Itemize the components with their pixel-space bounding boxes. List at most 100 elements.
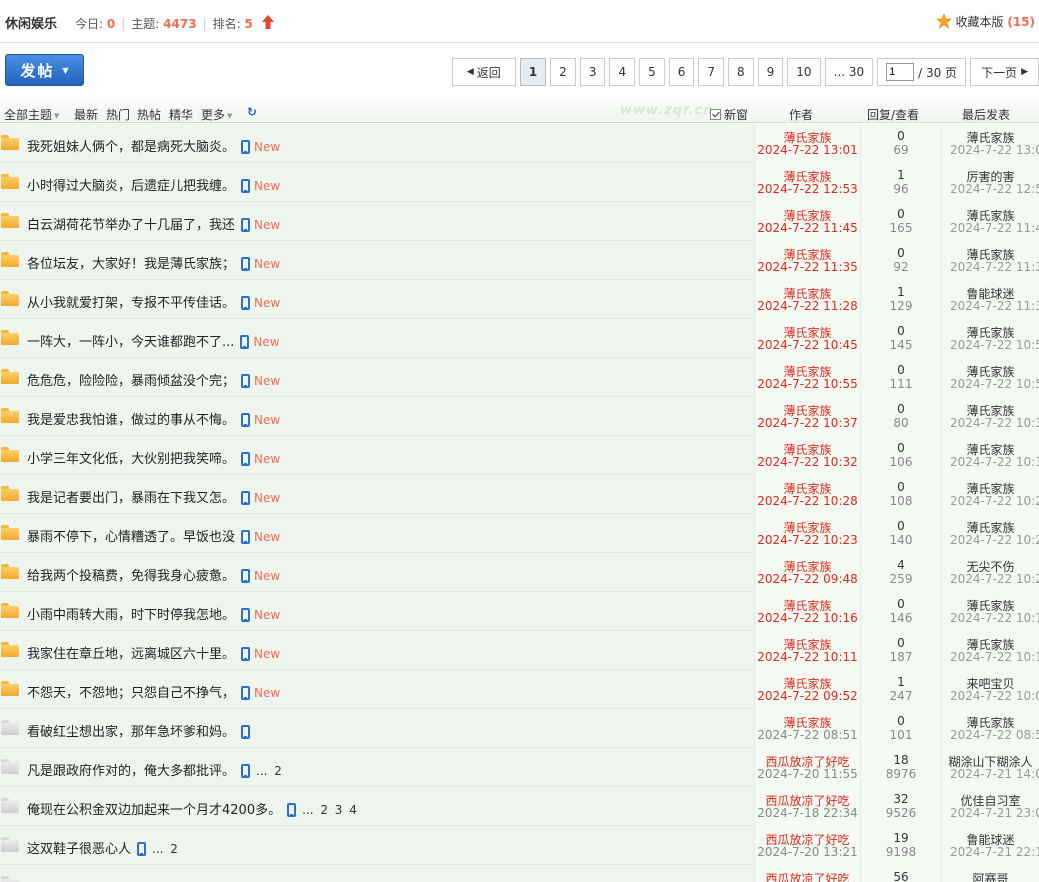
thread-row[interactable]: 暴雨不停下，心情糟透了。早饭也没 New 薄氏家族 2024-7-22 10:23 0 1… [0, 514, 1039, 553]
filter-trending[interactable]: 热帖 [137, 106, 161, 123]
folder-icon[interactable] [1, 408, 19, 423]
thread-title[interactable]: 一阵大，一阵小，今天谁都跑不了... [27, 335, 234, 350]
thread-row[interactable]: 从小我就爱打架，专报不平传佳话。 New 薄氏家族 2024-7-22 11:28 1 1… [0, 280, 1039, 319]
page-link[interactable]: 2 [550, 58, 576, 86]
thread-title[interactable]: 我是记者要出门，暴雨在下我又怎。 [27, 491, 235, 506]
last-post-date[interactable]: 2024-7-22 10:23 [950, 533, 1039, 547]
last-post-date[interactable]: 2024-7-21 23:06 [950, 806, 1039, 820]
thread-title[interactable]: 不怨天，不怨地；只怨自己不挣气， [27, 686, 235, 701]
new-window-toggle[interactable]: 新窗 [710, 106, 748, 123]
thread-row[interactable]: 白云湖荷花节举办了十几届了，我还 New 薄氏家族 2024-7-22 11:45 0 1… [0, 202, 1039, 241]
folder-icon[interactable] [1, 447, 19, 462]
folder-icon[interactable] [1, 369, 19, 384]
last-post-date[interactable]: 2024-7-22 10:16 [950, 611, 1039, 625]
thread-row[interactable]: 俺现在公积金双边加起来一个月才4200多。 ... 2 3 4 西瓜放凉了好吃 202… [0, 787, 1039, 826]
folder-icon[interactable] [1, 681, 19, 696]
thread-row[interactable]: 小雨中雨转大雨，时下时停我怎地。 New 薄氏家族 2024-7-22 10:16 0 1… [0, 592, 1039, 631]
page-link[interactable]: 1 [519, 58, 547, 86]
filter-hot[interactable]: 热门 [106, 106, 130, 123]
page-link[interactable]: 9 [757, 58, 784, 86]
new-post-button[interactable]: 发帖 ▼ [5, 54, 84, 86]
filter-more[interactable]: 更多 ▼ [201, 106, 232, 123]
folder-icon[interactable] [1, 642, 19, 657]
next-page-button[interactable]: 下一页 ▶ [970, 58, 1039, 86]
thread-title[interactable]: 小时得过大脑炎，后遗症儿把我缠。 [27, 179, 235, 194]
thread-row[interactable]: 凡是跟政府作对的，俺大多都批评。 ... 2 西瓜放凉了好吃 2024-7-20 11… [0, 748, 1039, 787]
thread-row[interactable]: 给我两个投稿费，免得我身心疲惫。 New 薄氏家族 2024-7-22 09:48 4 2… [0, 553, 1039, 592]
folder-icon[interactable] [1, 837, 19, 852]
thread-row[interactable]: 我死姐妹人俩个，都是病死大脑炎。 New 薄氏家族 2024-7-22 13:01 0 6… [0, 124, 1039, 163]
thread-title[interactable]: 各位坛友，大家好！我是薄氏家族； [27, 257, 235, 272]
last-post-date[interactable]: 2024-7-22 08:51 [950, 728, 1039, 742]
forum-name[interactable]: 休闲娱乐 [5, 13, 57, 32]
page-link[interactable]: 8 [728, 58, 754, 86]
thread-title[interactable]: 凡是跟政府作对的，俺大多都批评。 [27, 764, 235, 779]
thread-row[interactable]: 西瓜放凉了好吃 56 阿赛哥 [0, 865, 1039, 882]
page-link[interactable]: 5 [639, 58, 665, 86]
last-post-date[interactable]: 2024-7-22 10:21 [950, 572, 1039, 586]
folder-icon[interactable] [1, 330, 19, 345]
last-poster[interactable]: 阿赛哥 [942, 870, 1039, 882]
page-jump-input[interactable] [886, 63, 915, 81]
folder-icon[interactable] [1, 759, 19, 774]
refresh-icon[interactable]: ↻ [247, 105, 257, 119]
last-post-date[interactable]: 2024-7-22 10:11 [950, 650, 1039, 664]
folder-icon[interactable] [1, 876, 19, 882]
thread-title[interactable]: 给我两个投稿费，免得我身心疲惫。 [27, 569, 235, 584]
thread-row[interactable]: 危危危，险险险，暴雨倾盆没个完； New 薄氏家族 2024-7-22 10:55 0 1… [0, 358, 1039, 397]
thread-title[interactable]: 白云湖荷花节举办了十几届了，我还 [27, 218, 235, 233]
thread-title[interactable]: 小学三年文化低，大伙别把我笑啼。 [27, 452, 235, 467]
folder-icon[interactable] [1, 213, 19, 228]
thread-title[interactable]: 从小我就爱打架，专报不平传佳话。 [27, 296, 235, 311]
thread-row[interactable]: 这双鞋子很恶心人... 2 西瓜放凉了好吃 2024-7-20 13:21 19 919… [0, 826, 1039, 865]
filter-latest[interactable]: 最新 [74, 106, 98, 123]
page-link[interactable]: 4 [609, 58, 636, 86]
favorite-forum-link[interactable]: 收藏本版 (15) [936, 13, 1035, 30]
thread-title[interactable]: 这双鞋子很恶心人 [27, 842, 131, 857]
last-post-date[interactable]: 2024-7-22 10:32 [950, 455, 1039, 469]
thread-pages[interactable]: ... 2 [152, 842, 178, 856]
thread-title[interactable]: 俺现在公积金双边加起来一个月才4200多。 [27, 803, 281, 818]
last-post-date[interactable]: 2024-7-22 10:58 [950, 377, 1039, 391]
thread-title[interactable]: 我死姐妹人俩个，都是病死大脑炎。 [27, 140, 235, 155]
filter-digest[interactable]: 精华 [169, 106, 193, 123]
folder-icon[interactable] [1, 720, 19, 735]
folder-icon[interactable] [1, 252, 19, 267]
thread-title[interactable]: 暴雨不停下，心情糟透了。早饭也没 [27, 530, 235, 545]
thread-row[interactable]: 不怨天，不怨地；只怨自己不挣气， New 薄氏家族 2024-7-22 09:52 1 2… [0, 670, 1039, 709]
last-post-date[interactable]: 2024-7-22 12:54 [950, 182, 1039, 196]
last-post-date[interactable]: 2024-7-21 14:09 [950, 767, 1039, 781]
folder-icon[interactable] [1, 798, 19, 813]
thread-row[interactable]: 小学三年文化低，大伙别把我笑啼。 New 薄氏家族 2024-7-22 10:32 0 1… [0, 436, 1039, 475]
last-post-date[interactable]: 2024-7-21 22:13 [950, 845, 1039, 859]
thread-pages[interactable]: ... 2 3 4 [302, 803, 357, 817]
thread-row[interactable]: 我是记者要出门，暴雨在下我又怎。 New 薄氏家族 2024-7-22 10:28 0 1… [0, 475, 1039, 514]
last-post-date[interactable]: 2024-7-22 11:45 [950, 221, 1039, 235]
page-link[interactable]: 7 [698, 58, 725, 86]
last-post-date[interactable]: 2024-7-22 10:58 [950, 338, 1039, 352]
new-window-checkbox[interactable] [710, 109, 721, 120]
folder-icon[interactable] [1, 603, 19, 618]
author-name[interactable]: 西瓜放凉了好吃 [755, 870, 860, 882]
folder-icon[interactable] [1, 486, 19, 501]
page-link[interactable]: 6 [668, 58, 695, 86]
thread-title[interactable]: 小雨中雨转大雨，时下时停我怎地。 [27, 608, 235, 623]
last-post-date[interactable]: 2024-7-22 13:01 [950, 143, 1039, 157]
folder-icon[interactable] [1, 564, 19, 579]
last-page-link[interactable]: ... 30 [824, 58, 874, 86]
thread-row[interactable]: 看破红尘想出家，那年急坏爹和妈。 薄氏家族 2024-7-22 08:51 0 101 薄… [0, 709, 1039, 748]
last-post-date[interactable]: 2024-7-22 11:30 [950, 299, 1039, 313]
thread-title[interactable]: 危危危，险险险，暴雨倾盆没个完； [27, 374, 235, 389]
thread-title[interactable]: 我是爱忠我怕谁，做过的事从不悔。 [27, 413, 235, 428]
last-post-date[interactable]: 2024-7-22 10:37 [950, 416, 1039, 430]
thread-title[interactable]: 看破红尘想出家，那年急坏爹和妈。 [27, 725, 235, 740]
thread-row[interactable]: 一阵大，一阵小，今天谁都跑不了... New 薄氏家族 2024-7-22 10:45… [0, 319, 1039, 358]
last-post-date[interactable]: 2024-7-22 11:35 [950, 260, 1039, 274]
back-button[interactable]: ◀ 返回 [451, 58, 516, 86]
thread-pages[interactable]: ... 2 [256, 764, 282, 778]
folder-icon[interactable] [1, 291, 19, 306]
page-link[interactable]: 10 [787, 58, 821, 86]
thread-title[interactable]: 我家住在章丘地，远离城区六十里。 [27, 647, 235, 662]
folder-icon[interactable] [1, 135, 19, 150]
thread-row[interactable]: 我家住在章丘地，远离城区六十里。 New 薄氏家族 2024-7-22 10:11 0 1… [0, 631, 1039, 670]
